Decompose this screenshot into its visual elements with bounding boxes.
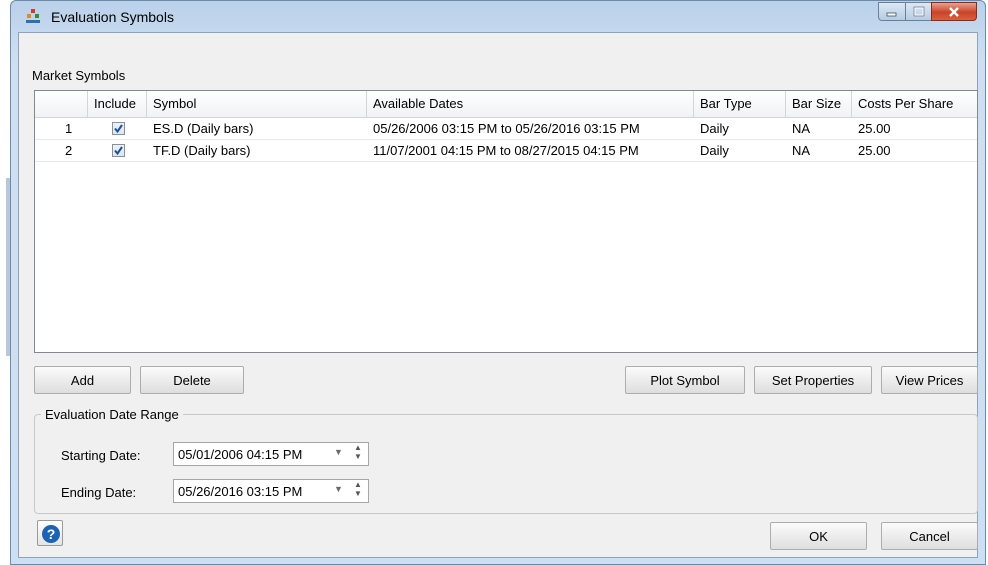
row-number: 2: [65, 143, 73, 158]
dialog-client-area: Market Symbols Include Symbol Available …: [18, 32, 978, 558]
column-header-costs-per-share[interactable]: Costs Per Share: [852, 91, 977, 117]
help-button[interactable]: ?: [37, 520, 63, 546]
ok-button[interactable]: OK: [770, 522, 867, 550]
symbol-cell: ES.D (Daily bars): [153, 121, 254, 136]
bar-type-cell: Daily: [700, 121, 729, 136]
ending-date-value: 05/26/2016 03:15 PM: [178, 484, 303, 499]
caption-buttons: [878, 2, 977, 22]
symbols-grid[interactable]: Include Symbol Available Dates Bar Type …: [34, 90, 978, 353]
checkmark-icon: [114, 124, 123, 134]
costs-per-share-cell: 25.00: [858, 143, 891, 158]
add-button[interactable]: Add: [34, 366, 131, 394]
close-button[interactable]: [931, 2, 977, 21]
maximize-icon: [913, 6, 924, 17]
minimize-button[interactable]: [878, 2, 905, 21]
grid-header: Include Symbol Available Dates Bar Type …: [35, 91, 977, 118]
starting-date-value: 05/01/2006 04:15 PM: [178, 447, 303, 462]
available-dates-cell: 11/07/2001 04:15 PM to 08/27/2015 04:15 …: [373, 143, 639, 158]
background-edge: [0, 0, 10, 565]
bar-size-cell: NA: [792, 121, 811, 136]
cancel-button[interactable]: Cancel: [881, 522, 978, 550]
symbol-cell: TF.D (Daily bars): [153, 143, 251, 158]
column-header-bar-size[interactable]: Bar Size: [786, 91, 852, 117]
chevron-down-icon[interactable]: ▼: [334, 484, 343, 494]
column-header-row-number[interactable]: [35, 91, 88, 117]
ending-date-picker[interactable]: 05/26/2016 03:15 PM ▼ ▲ ▼: [173, 479, 369, 503]
close-icon: [949, 6, 959, 17]
plot-symbol-button[interactable]: Plot Symbol: [625, 366, 745, 394]
starting-date-label: Starting Date:: [61, 448, 141, 463]
column-header-symbol[interactable]: Symbol: [147, 91, 367, 117]
spinner-icon[interactable]: ▲ ▼: [352, 480, 364, 502]
checkmark-icon: [114, 146, 123, 156]
bar-size-cell: NA: [792, 143, 811, 158]
include-checkbox[interactable]: [112, 144, 125, 157]
ending-date-label: Ending Date:: [61, 485, 137, 500]
starting-date-picker[interactable]: 05/01/2006 04:15 PM ▼ ▲ ▼: [173, 442, 369, 466]
chevron-down-icon[interactable]: ▼: [334, 447, 343, 457]
delete-button[interactable]: Delete: [140, 366, 244, 394]
maximize-button[interactable]: [905, 2, 931, 21]
available-dates-cell: 05/26/2006 03:15 PM to 05/26/2016 03:15 …: [373, 121, 640, 136]
include-checkbox[interactable]: [112, 122, 125, 135]
row-number: 1: [65, 121, 73, 136]
bar-type-cell: Daily: [700, 143, 729, 158]
evaluation-symbols-window: Evaluation Symbols Market Symbols Includ…: [10, 0, 986, 565]
table-row[interactable]: 2 TF.D (Daily bars) 11/07/2001 04:15 PM …: [35, 140, 977, 162]
market-symbols-label: Market Symbols: [32, 68, 126, 83]
costs-per-share-cell: 25.00: [858, 121, 891, 136]
view-prices-button[interactable]: View Prices: [881, 366, 978, 394]
evaluation-date-range-title: Evaluation Date Range: [41, 407, 183, 422]
minimize-icon: [886, 12, 897, 16]
set-properties-button[interactable]: Set Properties: [754, 366, 872, 394]
app-icon: [25, 8, 41, 24]
title-bar[interactable]: Evaluation Symbols: [11, 1, 985, 31]
table-row[interactable]: 1 ES.D (Daily bars) 05/26/2006 03:15 PM …: [35, 118, 977, 140]
column-header-bar-type[interactable]: Bar Type: [694, 91, 786, 117]
column-header-include[interactable]: Include: [88, 91, 147, 117]
column-header-available-dates[interactable]: Available Dates: [367, 91, 694, 117]
help-icon: ?: [42, 525, 60, 543]
spinner-icon[interactable]: ▲ ▼: [352, 443, 364, 465]
window-title: Evaluation Symbols: [51, 9, 174, 25]
